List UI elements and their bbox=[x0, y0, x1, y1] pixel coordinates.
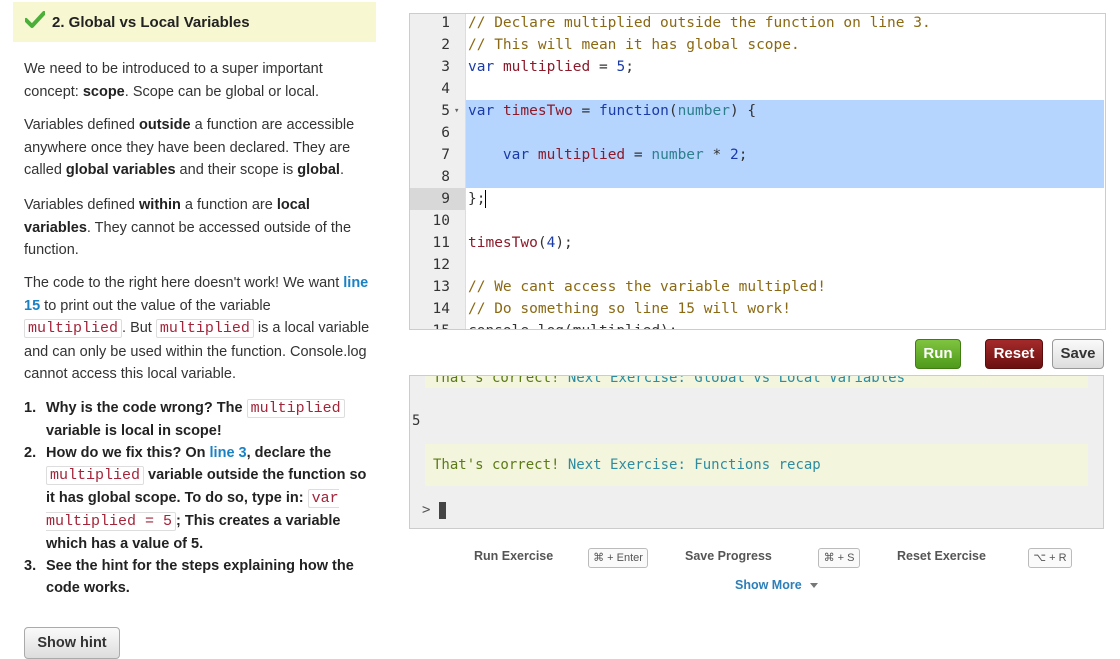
console-output-value: 5 bbox=[412, 413, 421, 429]
save-progress-label: Save Progress bbox=[685, 549, 772, 563]
code-line[interactable]: 5 ▾ var timesTwo = function(number) { bbox=[410, 100, 1105, 122]
inline-code: multiplied bbox=[24, 319, 123, 338]
console-output[interactable]: That's correct! Next Exercise: Global vs… bbox=[409, 375, 1104, 529]
code-line[interactable]: 8 bbox=[410, 166, 1105, 188]
chevron-down-icon[interactable] bbox=[810, 583, 818, 588]
code-line[interactable]: 14// Do something so line 15 will work! bbox=[410, 298, 1105, 320]
code-line[interactable]: 7 var multiplied = number * 2; bbox=[410, 144, 1105, 166]
reset-shortcut-key: ⌥ + R bbox=[1028, 548, 1072, 568]
code-line[interactable]: 4 bbox=[410, 78, 1105, 100]
reset-button[interactable]: Reset bbox=[985, 339, 1043, 369]
console-prompt: > bbox=[422, 502, 431, 518]
run-exercise-label: Run Exercise bbox=[474, 549, 554, 563]
save-shortcut-key: ⌘ + S bbox=[818, 548, 860, 568]
code-line[interactable]: 3 var multiplied = 5; bbox=[410, 56, 1105, 78]
run-shortcut-key: ⌘ + Enter bbox=[588, 548, 648, 568]
step-item: 3. See the hint for the steps explaining… bbox=[24, 558, 354, 596]
show-more-link[interactable]: Show More bbox=[735, 578, 802, 592]
show-hint-button[interactable]: Show hint bbox=[24, 627, 120, 659]
code-line[interactable]: 11 timesTwo(4); bbox=[410, 232, 1105, 254]
paragraph-scope: We need to be introduced to a super impo… bbox=[24, 61, 323, 100]
inline-code: multiplied bbox=[155, 319, 254, 338]
line-3-link[interactable]: line 3 bbox=[210, 445, 247, 461]
code-line[interactable]: 10 bbox=[410, 210, 1105, 232]
console-cursor bbox=[439, 502, 446, 519]
text-cursor bbox=[485, 190, 487, 208]
paragraph-local: Variables defined within a function are … bbox=[24, 197, 352, 258]
code-editor[interactable]: 1// Declare multiplied outside the funct… bbox=[409, 13, 1106, 330]
code-line[interactable]: 13// We cant access the variable multipl… bbox=[410, 276, 1105, 298]
code-line[interactable]: 1// Declare multiplied outside the funct… bbox=[410, 14, 1105, 34]
lesson-panel: 2. Global vs Local Variables We need to … bbox=[0, 0, 390, 659]
next-exercise-link[interactable]: Next Exercise: Functions recap bbox=[568, 457, 821, 473]
step-item: 1. Why is the code wrong? The multiplied… bbox=[24, 397, 374, 442]
console-message: That's correct! Next Exercise: Functions… bbox=[425, 444, 1088, 486]
run-button[interactable]: Run bbox=[915, 339, 961, 369]
checkmark-icon bbox=[25, 11, 45, 28]
reset-exercise-label: Reset Exercise bbox=[897, 549, 986, 563]
code-line[interactable]: 2// This will mean it has global scope. bbox=[410, 34, 1105, 56]
fold-arrow-icon[interactable]: ▾ bbox=[454, 100, 459, 122]
code-line-active[interactable]: 9}; bbox=[410, 188, 1105, 210]
console-message: That's correct! Next Exercise: Global vs… bbox=[425, 376, 1088, 388]
code-line[interactable]: 6 bbox=[410, 122, 1105, 144]
step-item: 2. How do we fix this? On line 3, declar… bbox=[24, 445, 367, 552]
next-exercise-link[interactable]: Next Exercise: Global vs Local Variables bbox=[568, 376, 905, 386]
paragraph-global: Variables defined outside a function are… bbox=[24, 117, 355, 178]
paragraph-problem: The code to the right here doesn't work!… bbox=[24, 275, 370, 382]
lesson-title: 2. Global vs Local Variables bbox=[52, 14, 250, 31]
instruction-steps: 1. Why is the code wrong? The multiplied… bbox=[24, 397, 374, 599]
code-line[interactable]: 15console.log(multiplied); bbox=[410, 320, 1105, 329]
code-line[interactable]: 12 bbox=[410, 254, 1105, 276]
save-button[interactable]: Save bbox=[1052, 339, 1104, 369]
